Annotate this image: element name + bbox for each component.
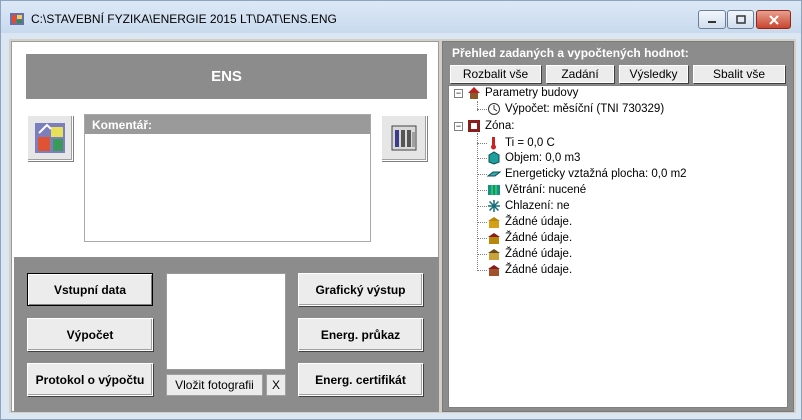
input-data-button[interactable]: Vstupní data [27,273,153,306]
tree-item-label: Žádné údaje. [505,232,573,244]
collapse-toggle[interactable]: − [454,122,463,131]
protocol-button[interactable]: Protokol o výpočtu [27,363,153,396]
tree-item-label: Energeticky vztažná plocha: 0,0 m2 [505,168,687,180]
tree-item-label: Parametry budovy [485,87,579,99]
snowflake-icon [488,200,500,212]
zone-icon [468,120,480,132]
tree-connector [477,254,487,255]
photo-frame [166,273,286,370]
tree-connector [477,190,487,191]
tree-connector [477,270,487,271]
project-header: ENS [26,54,427,99]
calculation-button[interactable]: Výpočet [27,318,153,351]
tree-item-none-3[interactable]: Žádné údaje. [487,246,572,262]
ventilation-icon [488,185,500,195]
tree-item-label: Zóna: [485,120,515,132]
tree-connector [477,206,487,207]
title-bar[interactable]: C:\STAVEBNÍ FYZIKA\ENERGIE 2015 LT\DAT\E… [1,1,801,33]
building-element-icon [488,233,500,244]
tree-item-ti[interactable]: Ti = 0,0 C [487,135,555,151]
maximize-button[interactable] [727,10,754,29]
tree-item-label: Žádné údaje. [505,264,573,276]
minimize-icon [708,20,716,23]
results-view-button[interactable]: Výsledky [619,65,688,83]
tree-item-zone[interactable]: Zóna: [467,118,514,134]
comment-label: Komentář: [85,115,370,134]
house-icon [468,87,480,99]
tree-item-calc[interactable]: Výpočet: měsíční (TNI 730329) [487,101,664,117]
building-icon [391,125,417,151]
tree-item-none-2[interactable]: Žádné údaje. [487,230,572,246]
tree-item-label: Výpočet: měsíční (TNI 730329) [505,103,665,115]
energy-certificate-button[interactable]: Energ. certifikát [298,363,423,396]
tree-connector [477,222,487,223]
tree-item-volume[interactable]: Objem: 0,0 m3 [487,150,580,166]
energy-label-button[interactable]: Energ. průkaz [298,318,423,351]
tree-item-label: Žádné údaje. [505,248,573,260]
insert-photo-button[interactable]: Vložit fotografii [166,374,263,396]
tree-connector [477,133,478,271]
tree-connector [477,174,487,175]
project-icon [35,123,65,153]
graphic-output-button[interactable]: Grafický výstup [298,273,423,306]
tree-connector [477,238,487,239]
clock-icon [488,103,500,115]
collapse-all-button[interactable]: Sbalit vše [693,65,785,83]
input-view-button[interactable]: Zadání [546,65,614,83]
tree-item-label: Objem: 0,0 m3 [505,152,581,164]
tree-connector [477,143,487,144]
tree-item-label: Ti = 0,0 C [505,137,555,149]
tree-item-cooling[interactable]: Chlazení: ne [487,198,570,214]
tree-item-label: Žádné údaje. [505,216,573,228]
building-element-icon [488,217,500,228]
tree-item-none-1[interactable]: Žádné údaje. [487,214,572,230]
app-window: C:\STAVEBNÍ FYZIKA\ENERGIE 2015 LT\DAT\E… [0,0,802,420]
minimize-button[interactable] [698,10,726,29]
open-project-button[interactable] [27,115,73,161]
tree-item-none-4[interactable]: Žádné údaje. [487,262,572,278]
tree-item-label: Větrání: nucené [505,184,587,196]
comment-box[interactable]: Komentář: [84,114,371,242]
window-title: C:\STAVEBNÍ FYZIKA\ENERGIE 2015 LT\DAT\E… [31,12,337,26]
cube-icon [488,151,500,165]
app-icon [10,13,24,25]
collapse-toggle[interactable]: − [454,89,463,98]
maximize-icon [735,14,746,24]
tree-item-ventilation[interactable]: Větrání: nucené [487,182,586,198]
building-element-icon [488,265,500,276]
tree-item-area[interactable]: Energeticky vztažná plocha: 0,0 m2 [487,166,687,182]
overview-title: Přehled zadaných a vypočtených hodnot: [452,46,689,60]
thermometer-icon [491,137,496,150]
building-element-icon [488,249,500,260]
tree-connector [477,109,487,110]
building-view-button[interactable] [381,115,427,161]
floor-area-icon [487,171,501,177]
expand-all-button[interactable]: Rozbalit vše [450,65,541,83]
remove-photo-button[interactable]: X [266,374,286,396]
tree-connector [477,158,487,159]
tree-item-label: Chlazení: ne [505,200,570,212]
close-button[interactable] [756,10,791,29]
tree-item-building[interactable]: Parametry budovy [467,85,578,101]
close-icon [768,14,779,25]
